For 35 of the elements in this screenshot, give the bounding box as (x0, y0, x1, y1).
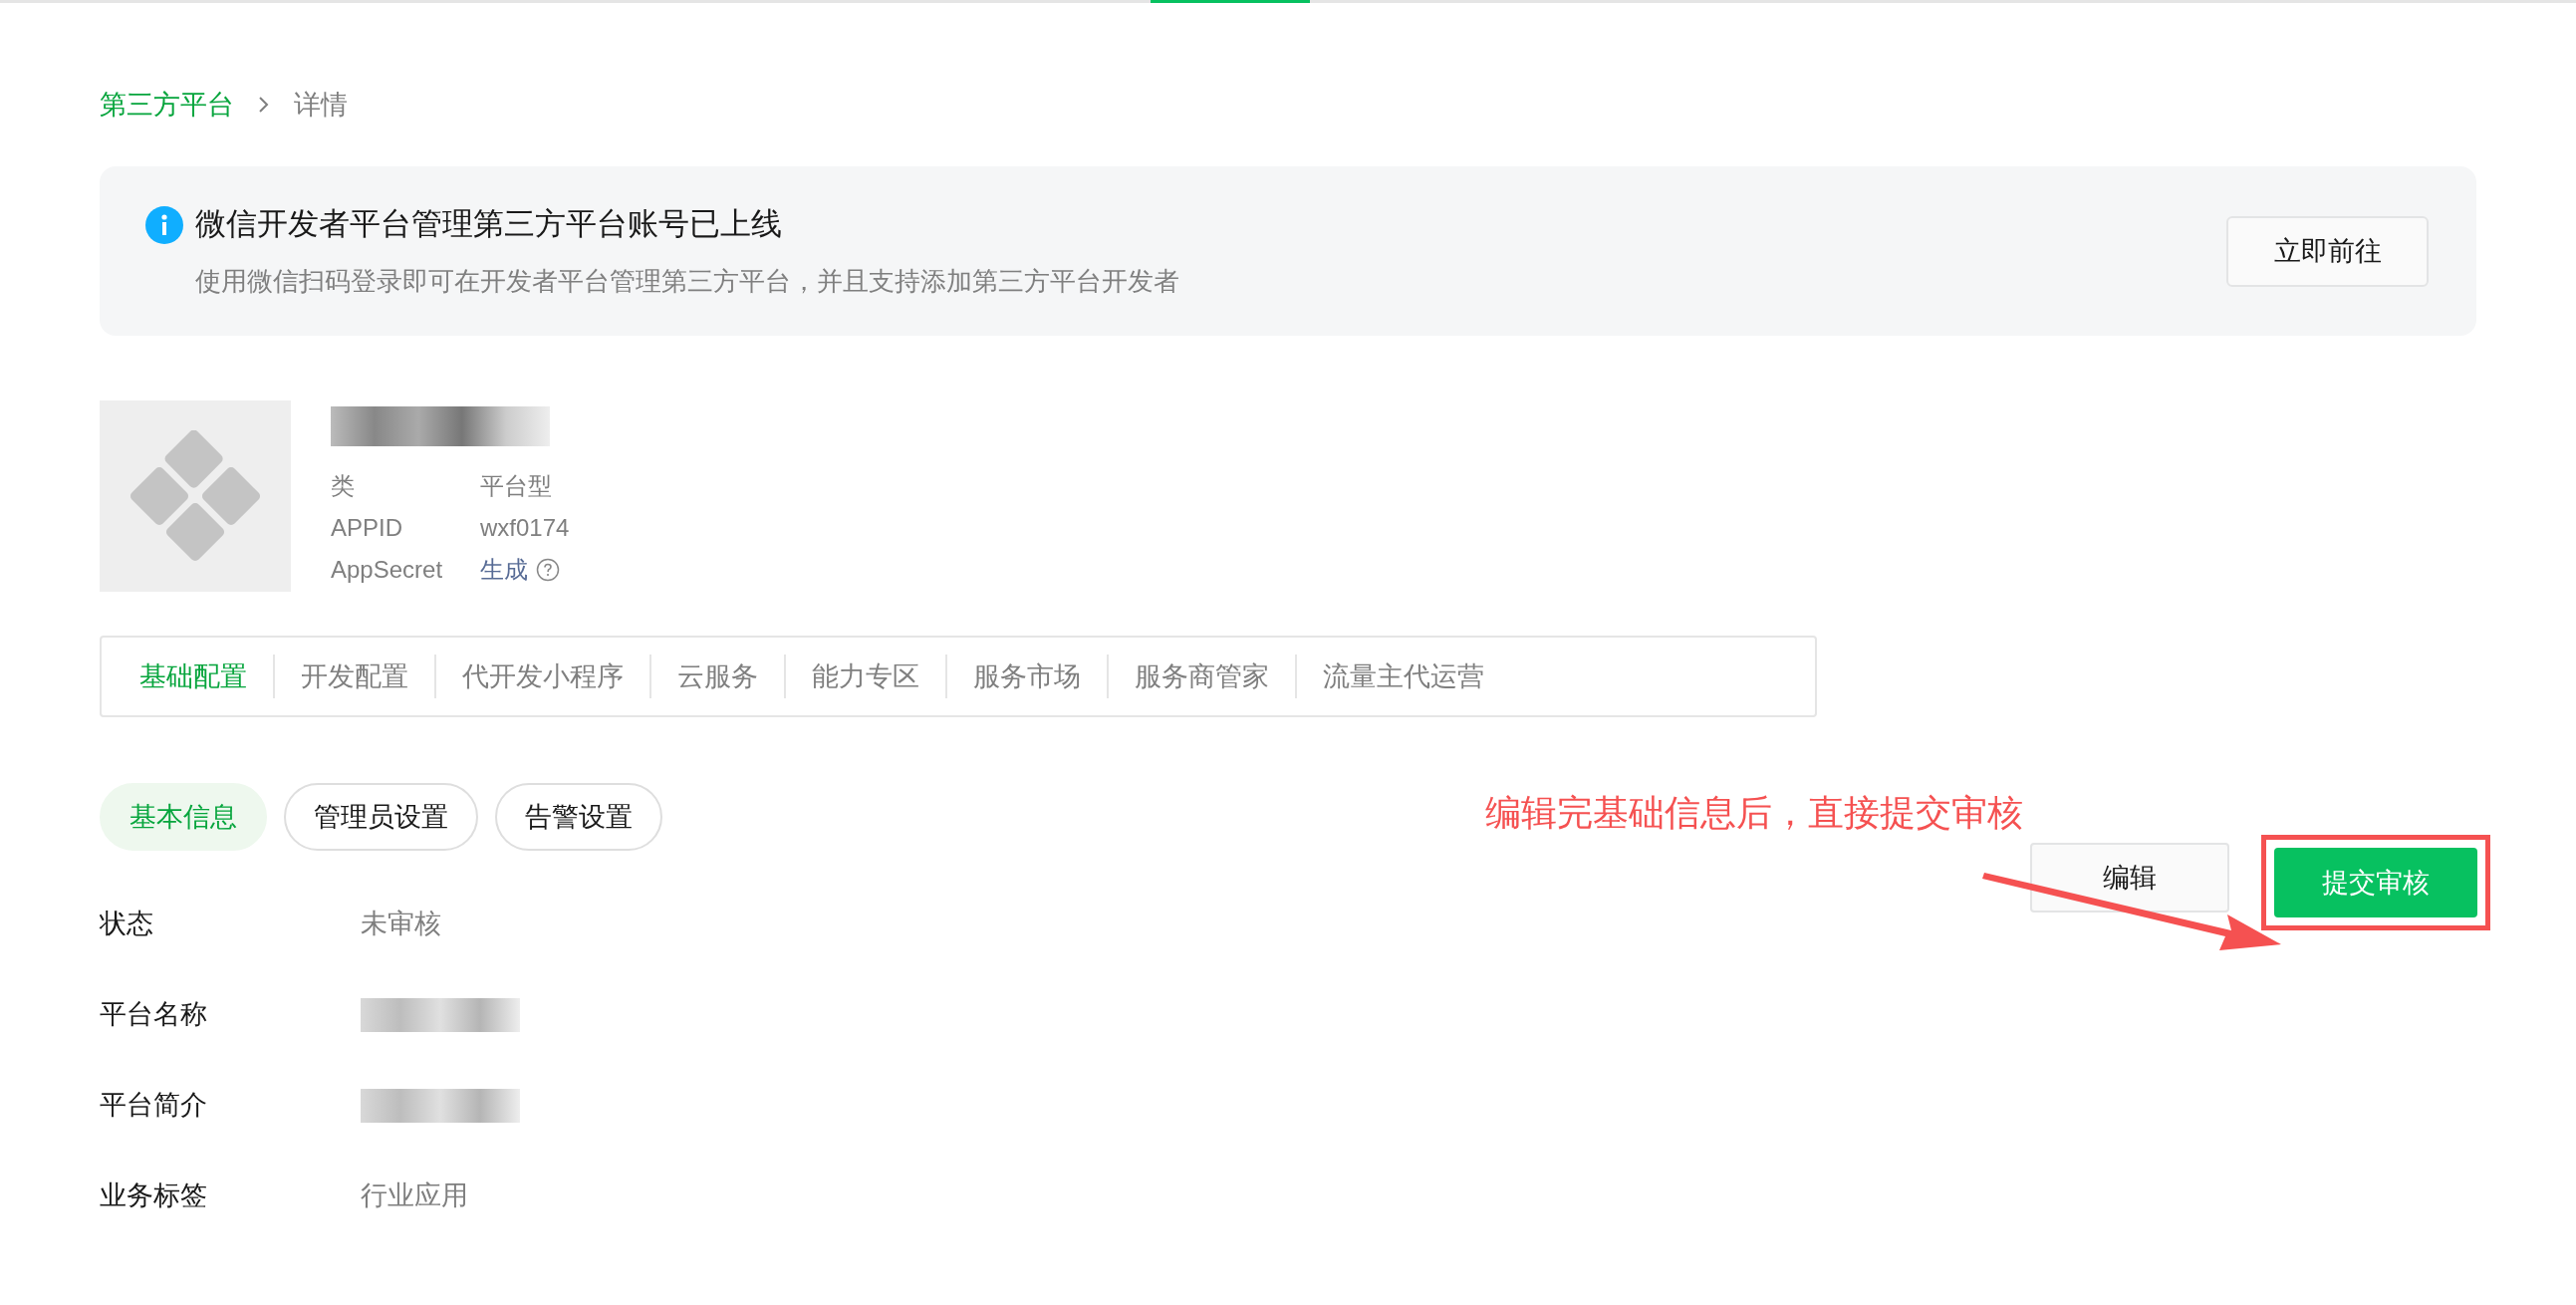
logo-icon (129, 430, 261, 562)
field-label: 平台简介 (100, 1089, 208, 1123)
edit-button[interactable]: 编辑 (2030, 843, 2229, 913)
segment-tab[interactable]: 管理员设置 (284, 783, 478, 851)
tab[interactable]: 流量主代运营 (1297, 647, 1510, 706)
tab[interactable]: 代开发小程序 (436, 647, 649, 706)
notice-title: 微信开发者平台管理第三方平台账号已上线 (195, 205, 782, 244)
tab[interactable]: 开发配置 (275, 647, 434, 706)
segment-tab[interactable]: 告警设置 (495, 783, 662, 851)
field-value: 行业应用 (361, 1179, 468, 1213)
notice-description: 使用微信扫码登录即可在开发者平台管理第三方平台，并且支持添加第三方平台开发者 (194, 264, 1179, 298)
tab[interactable]: 基础配置 (114, 647, 273, 706)
breadcrumb-link[interactable]: 第三方平台 (100, 84, 234, 126)
info-label: AppSecret (331, 555, 444, 585)
info-value: wxf0174 (480, 513, 570, 543)
field-label: 状态 (100, 908, 154, 941)
tab[interactable]: 云服务 (651, 647, 784, 706)
segment-tab[interactable]: 基本信息 (100, 783, 267, 851)
breadcrumb-current: 详情 (294, 88, 348, 122)
field-label: 业务标签 (100, 1179, 208, 1213)
field-value: 未审核 (361, 908, 441, 941)
info-icon (145, 205, 183, 244)
annotation-text: 编辑完基础信息后，直接提交审核 (1485, 791, 2023, 835)
help-icon (536, 558, 560, 582)
tab[interactable]: 服务市场 (947, 647, 1107, 706)
generate-link[interactable]: 生成 (480, 552, 528, 588)
chevron-right-icon (258, 95, 270, 115)
info-value: 平台型 (480, 471, 552, 501)
go-now-button[interactable]: 立即前往 (2226, 215, 2429, 287)
tab[interactable]: 服务商管家 (1109, 647, 1295, 706)
field-label: 平台名称 (100, 998, 208, 1032)
submit-review-button[interactable]: 提交审核 (2274, 848, 2477, 917)
tab[interactable]: 能力专区 (786, 647, 945, 706)
info-label: APPID (331, 513, 404, 543)
info-label: 类 (331, 471, 356, 501)
